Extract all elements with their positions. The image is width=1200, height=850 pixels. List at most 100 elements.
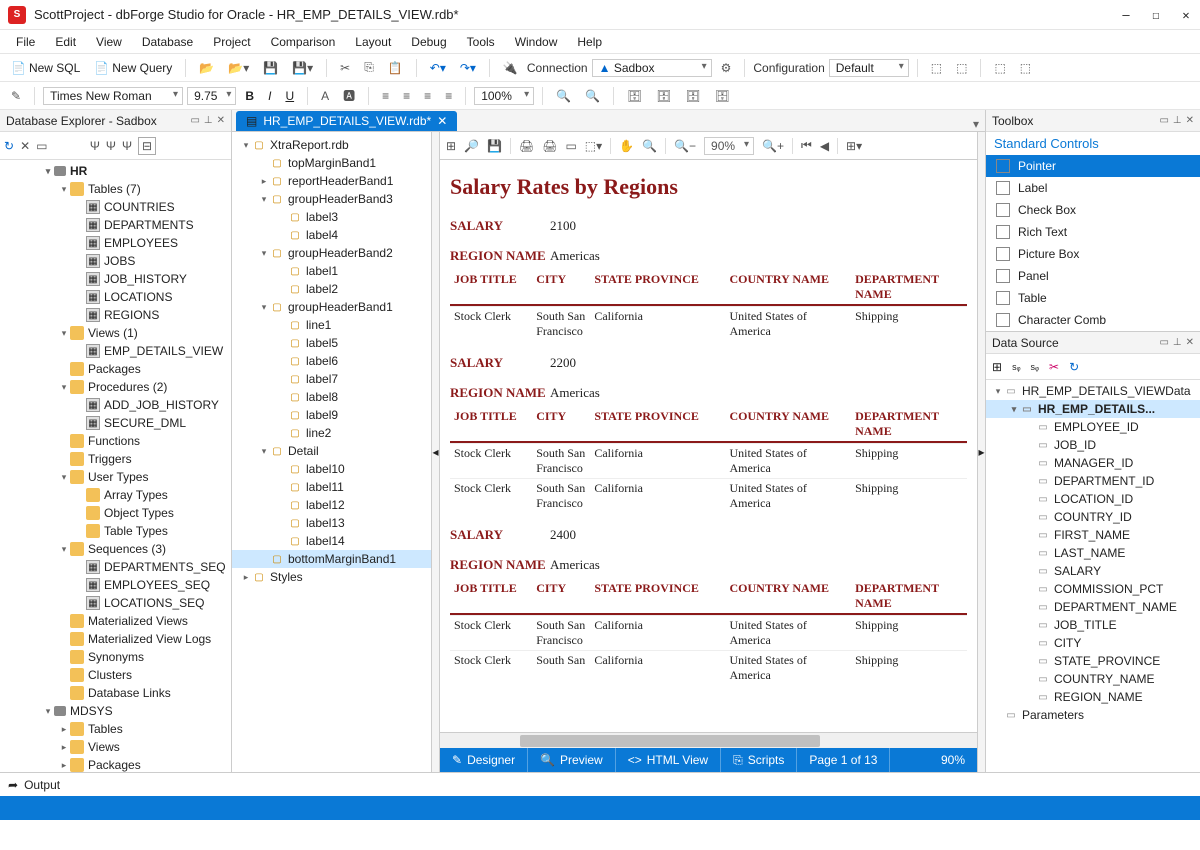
tree-item[interactable]: Functions [0, 432, 231, 450]
horizontal-scrollbar[interactable] [440, 732, 977, 748]
datasource-tree-item[interactable]: ▾▭HR_EMP_DETAILS_VIEWData [986, 382, 1200, 400]
datasource-tree-item[interactable]: ▭FIRST_NAME [986, 526, 1200, 544]
tree-item[interactable]: ▾Tables (7) [0, 180, 231, 198]
designer-tree-item[interactable]: ▾▢groupHeaderBand2 [232, 244, 431, 262]
undo-button[interactable]: ↶▾ [425, 58, 451, 78]
tree-item[interactable]: ▦REGIONS [0, 306, 231, 324]
datasource-tree-item[interactable]: ▾▭HR_EMP_DETAILS... [986, 400, 1200, 418]
tab-html-view[interactable]: <> HTML View [616, 748, 721, 772]
page-setup-icon[interactable]: ▭ [565, 139, 576, 153]
tree-item[interactable]: ▦EMP_DETAILS_VIEW [0, 342, 231, 360]
scale-icon[interactable]: ⬚▾ [585, 139, 602, 153]
datasource-tree-item[interactable]: ▭LOCATION_ID [986, 490, 1200, 508]
designer-tree-item[interactable]: ▢label3 [232, 208, 431, 226]
tree-item[interactable]: ▾Sequences (3) [0, 540, 231, 558]
first-page-icon[interactable]: ⏮ [801, 138, 812, 153]
designer-tree-item[interactable]: ▾▢groupHeaderBand3 [232, 190, 431, 208]
datasource-tree-item[interactable]: ▭MANAGER_ID [986, 454, 1200, 472]
italic-button[interactable]: I [263, 86, 276, 106]
datasource-tree-item[interactable]: ▭JOB_TITLE [986, 616, 1200, 634]
close-panel-icon[interactable]: ✕ [217, 115, 225, 126]
designer-tree-item[interactable]: ▢topMarginBand1 [232, 154, 431, 172]
zoom-combo[interactable]: 100% [474, 87, 534, 105]
db-icon-4[interactable]: 🗄 [710, 86, 735, 106]
zoom-out-preview-icon[interactable]: 🔍− [674, 139, 696, 153]
datasource-tree-item[interactable]: ▭DEPARTMENT_ID [986, 472, 1200, 490]
close-panel-icon[interactable]: ✕ [1186, 337, 1194, 348]
tree-item[interactable]: Table Types [0, 522, 231, 540]
underline-button[interactable]: U [280, 86, 299, 106]
tab-scripts[interactable]: ⎘ Scripts [721, 748, 797, 772]
datasource-tree-item[interactable]: ▭COUNTRY_ID [986, 508, 1200, 526]
collapse-handle-left[interactable]: ◂ [432, 132, 440, 772]
designer-tree-item[interactable]: ▢label4 [232, 226, 431, 244]
designer-tree-item[interactable]: ▸▢Styles [232, 568, 431, 586]
new-window-icon[interactable]: ▭ [36, 139, 47, 153]
toolbox-item-table[interactable]: Table [986, 287, 1200, 309]
collapse-icon[interactable]: ⊟ [138, 137, 156, 155]
pin-icon[interactable]: ⊥ [204, 115, 213, 126]
menu-debug[interactable]: Debug [403, 33, 454, 51]
doc-dropdown-icon[interactable]: ▾ [967, 117, 985, 131]
designer-tree-item[interactable]: ▢label10 [232, 460, 431, 478]
tree-item[interactable]: ▦EMPLOYEES [0, 234, 231, 252]
filter-icon-3[interactable]: Ψ [122, 139, 132, 153]
align-justify-button[interactable]: ≡ [440, 86, 457, 106]
document-tab-active[interactable]: ▤ HR_EMP_DETAILS_VIEW.rdb* ✕ [236, 111, 457, 131]
save-all-button[interactable]: 💾▾ [287, 58, 318, 78]
toolbox-item-pointer[interactable]: Pointer [986, 155, 1200, 177]
add-ds-icon[interactable]: ⊞ [992, 360, 1002, 374]
new-query-button[interactable]: 📄 New Query [89, 58, 177, 78]
tab-close-icon[interactable]: ✕ [437, 114, 447, 128]
layout-icon[interactable]: ⊞ [446, 139, 456, 153]
tree-item[interactable]: Object Types [0, 504, 231, 522]
float-icon[interactable]: ▭ [1159, 337, 1168, 348]
designer-tree-item[interactable]: ▢line1 [232, 316, 431, 334]
tree-item[interactable]: ▦EMPLOYEES_SEQ [0, 576, 231, 594]
designer-tree-item[interactable]: ▸▢reportHeaderBand1 [232, 172, 431, 190]
menu-database[interactable]: Database [134, 33, 201, 51]
toolbox-item-check-box[interactable]: Check Box [986, 199, 1200, 221]
menu-view[interactable]: View [88, 33, 130, 51]
menu-tools[interactable]: Tools [459, 33, 503, 51]
sql-icon-2[interactable]: sᵩ [1031, 362, 1039, 372]
report-preview-area[interactable]: Salary Rates by RegionsSALARY2100REGION … [440, 160, 977, 732]
paste-button[interactable]: 📋 [383, 58, 408, 78]
collapse-handle-right[interactable]: ▸ [977, 132, 985, 772]
tree-item[interactable]: ▦DEPARTMENTS_SEQ [0, 558, 231, 576]
filter-icon-1[interactable]: Ψ [90, 139, 100, 153]
tab-designer[interactable]: ✎ Designer [440, 748, 528, 772]
menu-window[interactable]: Window [507, 33, 566, 51]
close-button[interactable]: ✕ [1180, 8, 1192, 22]
tree-item[interactable]: Materialized View Logs [0, 630, 231, 648]
prev-page-icon[interactable]: ◀ [820, 139, 829, 153]
tree-item[interactable]: ▦LOCATIONS_SEQ [0, 594, 231, 612]
fontsize-combo[interactable]: 9.75 [187, 87, 236, 105]
designer-tree-item[interactable]: ▢label12 [232, 496, 431, 514]
open-button[interactable]: 📂 [194, 58, 219, 78]
refresh-icon[interactable]: ↻ [4, 139, 14, 153]
minimize-button[interactable]: — [1120, 8, 1132, 22]
quick-print-icon[interactable]: 🖨 [542, 139, 557, 153]
toolbox-item-rich-text[interactable]: Rich Text [986, 221, 1200, 243]
backcolor-button[interactable]: 🅰 [338, 84, 360, 107]
align-right-button[interactable]: ≡ [419, 86, 436, 106]
datasource-tree-item[interactable]: ▭JOB_ID [986, 436, 1200, 454]
tree-item[interactable]: ▾User Types [0, 468, 231, 486]
open-dropdown[interactable]: 📂▾ [223, 58, 254, 78]
refresh-ds-icon[interactable]: ↻ [1069, 360, 1079, 374]
tree-item[interactable]: ▦JOBS [0, 252, 231, 270]
designer-tree-item[interactable]: ▢label9 [232, 406, 431, 424]
configuration-combo[interactable]: Default [829, 59, 909, 77]
datasource-tree-item[interactable]: ▭SALARY [986, 562, 1200, 580]
designer-tree-item[interactable]: ▢line2 [232, 424, 431, 442]
datasource-tree-item[interactable]: ▭STATE_PROVINCE [986, 652, 1200, 670]
designer-tree-item[interactable]: ▾▢XtraReport.rdb [232, 136, 431, 154]
align-center-button[interactable]: ≡ [398, 86, 415, 106]
close-panel-icon[interactable]: ✕ [1186, 115, 1194, 126]
tool-icon-1[interactable]: ⬚ [926, 58, 947, 78]
tree-item[interactable]: ▦SECURE_DML [0, 414, 231, 432]
datasource-tree-item[interactable]: ▭EMPLOYEE_ID [986, 418, 1200, 436]
redo-button[interactable]: ↷▾ [455, 58, 481, 78]
db-icon-2[interactable]: 🗄 [651, 86, 676, 106]
